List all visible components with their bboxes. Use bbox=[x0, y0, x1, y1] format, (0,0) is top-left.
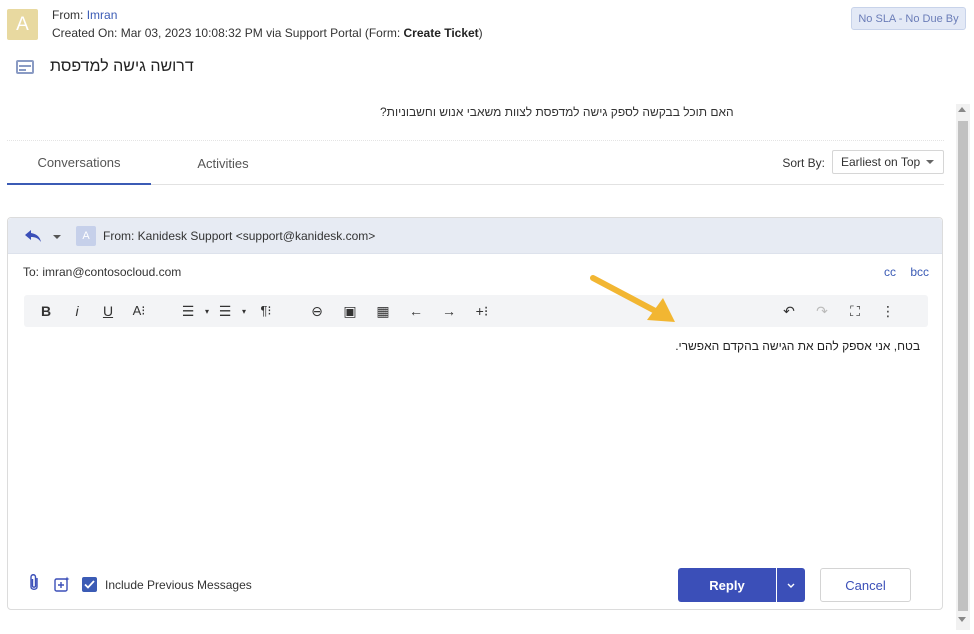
reply-editor[interactable]: בטח, אני אספק להם את הגישה בהקדם האפשרי. bbox=[675, 339, 920, 353]
ticket-subject-row: דרושה גישה למדפסת bbox=[16, 58, 194, 76]
reply-panel: A From: Kanidesk Support <support@kanide… bbox=[7, 217, 943, 610]
reply-from[interactable]: From: Kanidesk Support <support@kanidesk… bbox=[103, 229, 375, 243]
redo-button[interactable]: ↷ bbox=[811, 295, 833, 327]
reply-options-button[interactable] bbox=[777, 568, 805, 602]
indent-button[interactable]: → bbox=[438, 295, 460, 327]
undo-button[interactable]: ↶ bbox=[778, 295, 800, 327]
requester-name-link[interactable]: Imran bbox=[87, 8, 118, 22]
canned-response-icon[interactable] bbox=[54, 576, 70, 592]
sort-select[interactable]: Earliest on Top bbox=[832, 150, 944, 174]
cancel-button[interactable]: Cancel bbox=[820, 568, 911, 602]
bcc-link[interactable]: bcc bbox=[910, 265, 929, 279]
requester-avatar: A bbox=[7, 9, 38, 40]
insert-image-button[interactable]: ▣ bbox=[339, 295, 361, 327]
font-size-button[interactable]: A⁝ bbox=[128, 295, 150, 327]
outdent-button[interactable]: ← bbox=[405, 295, 427, 327]
sender-avatar: A bbox=[76, 226, 96, 246]
more-insert-button[interactable]: +⁝ bbox=[471, 295, 493, 327]
scrollbar-thumb[interactable] bbox=[958, 121, 968, 611]
from-label: From: bbox=[52, 8, 84, 22]
fullscreen-button[interactable]: ⛶ bbox=[844, 295, 866, 327]
ticket-description: האם תוכל בבקשה לספק גישה למדפסת לצוות מש… bbox=[380, 105, 734, 119]
insert-table-button[interactable]: ▦ bbox=[372, 295, 394, 327]
to-field[interactable]: To: imran@contosocloud.com bbox=[23, 265, 181, 279]
tab-conversations[interactable]: Conversations bbox=[7, 141, 151, 185]
include-previous-label[interactable]: Include Previous Messages bbox=[105, 578, 252, 592]
more-options-button[interactable]: ⋮ bbox=[877, 295, 899, 327]
reply-icon[interactable] bbox=[24, 229, 42, 243]
paragraph-format-button[interactable]: ¶⁝ bbox=[255, 295, 277, 327]
sort-by-label: Sort By: bbox=[782, 156, 825, 170]
reply-type-chevron-icon[interactable] bbox=[53, 235, 61, 239]
attachment-icon[interactable] bbox=[28, 573, 40, 593]
underline-button[interactable]: U bbox=[97, 295, 119, 327]
chevron-down-icon bbox=[787, 583, 795, 588]
created-prefix: Created On: Mar 03, 2023 10:08:32 PM via… bbox=[52, 26, 401, 40]
ticket-created-info: Created On: Mar 03, 2023 10:08:32 PM via… bbox=[52, 26, 483, 40]
ticket-icon bbox=[16, 60, 34, 74]
cc-link[interactable]: cc bbox=[884, 265, 896, 279]
checkmark-icon bbox=[84, 580, 95, 589]
annotation-arrow-icon bbox=[590, 275, 675, 322]
editor-toolbar: B i U A⁝ ☰ ▾ ☰ ▾ ¶⁝ ⊖ ▣ ▦ ← → +⁝ ↶ ↷ ⛶ ⋮ bbox=[24, 295, 928, 327]
chevron-down-icon bbox=[926, 160, 934, 164]
insert-link-button[interactable]: ⊖ bbox=[306, 295, 328, 327]
form-name: Create Ticket bbox=[403, 26, 479, 40]
reply-header: A From: Kanidesk Support <support@kanide… bbox=[8, 218, 942, 254]
include-previous-checkbox[interactable] bbox=[82, 577, 97, 592]
bold-button[interactable]: B bbox=[35, 295, 57, 327]
ticket-from: From: Imran bbox=[52, 8, 117, 22]
reply-button[interactable]: Reply bbox=[678, 568, 776, 602]
ticket-subject: דרושה גישה למדפסת bbox=[50, 58, 194, 75]
tabs-bar: Conversations Activities Sort By: Earlie… bbox=[7, 141, 944, 185]
sort-select-value: Earliest on Top bbox=[841, 155, 921, 169]
sla-badge: No SLA - No Due By bbox=[851, 7, 966, 30]
scroll-down-icon[interactable] bbox=[958, 617, 966, 622]
scroll-up-icon[interactable] bbox=[958, 107, 966, 112]
unordered-list-chevron-icon[interactable]: ▾ bbox=[233, 295, 255, 327]
tab-activities[interactable]: Activities bbox=[151, 141, 295, 185]
italic-button[interactable]: i bbox=[66, 295, 88, 327]
created-suffix: ) bbox=[478, 26, 483, 40]
